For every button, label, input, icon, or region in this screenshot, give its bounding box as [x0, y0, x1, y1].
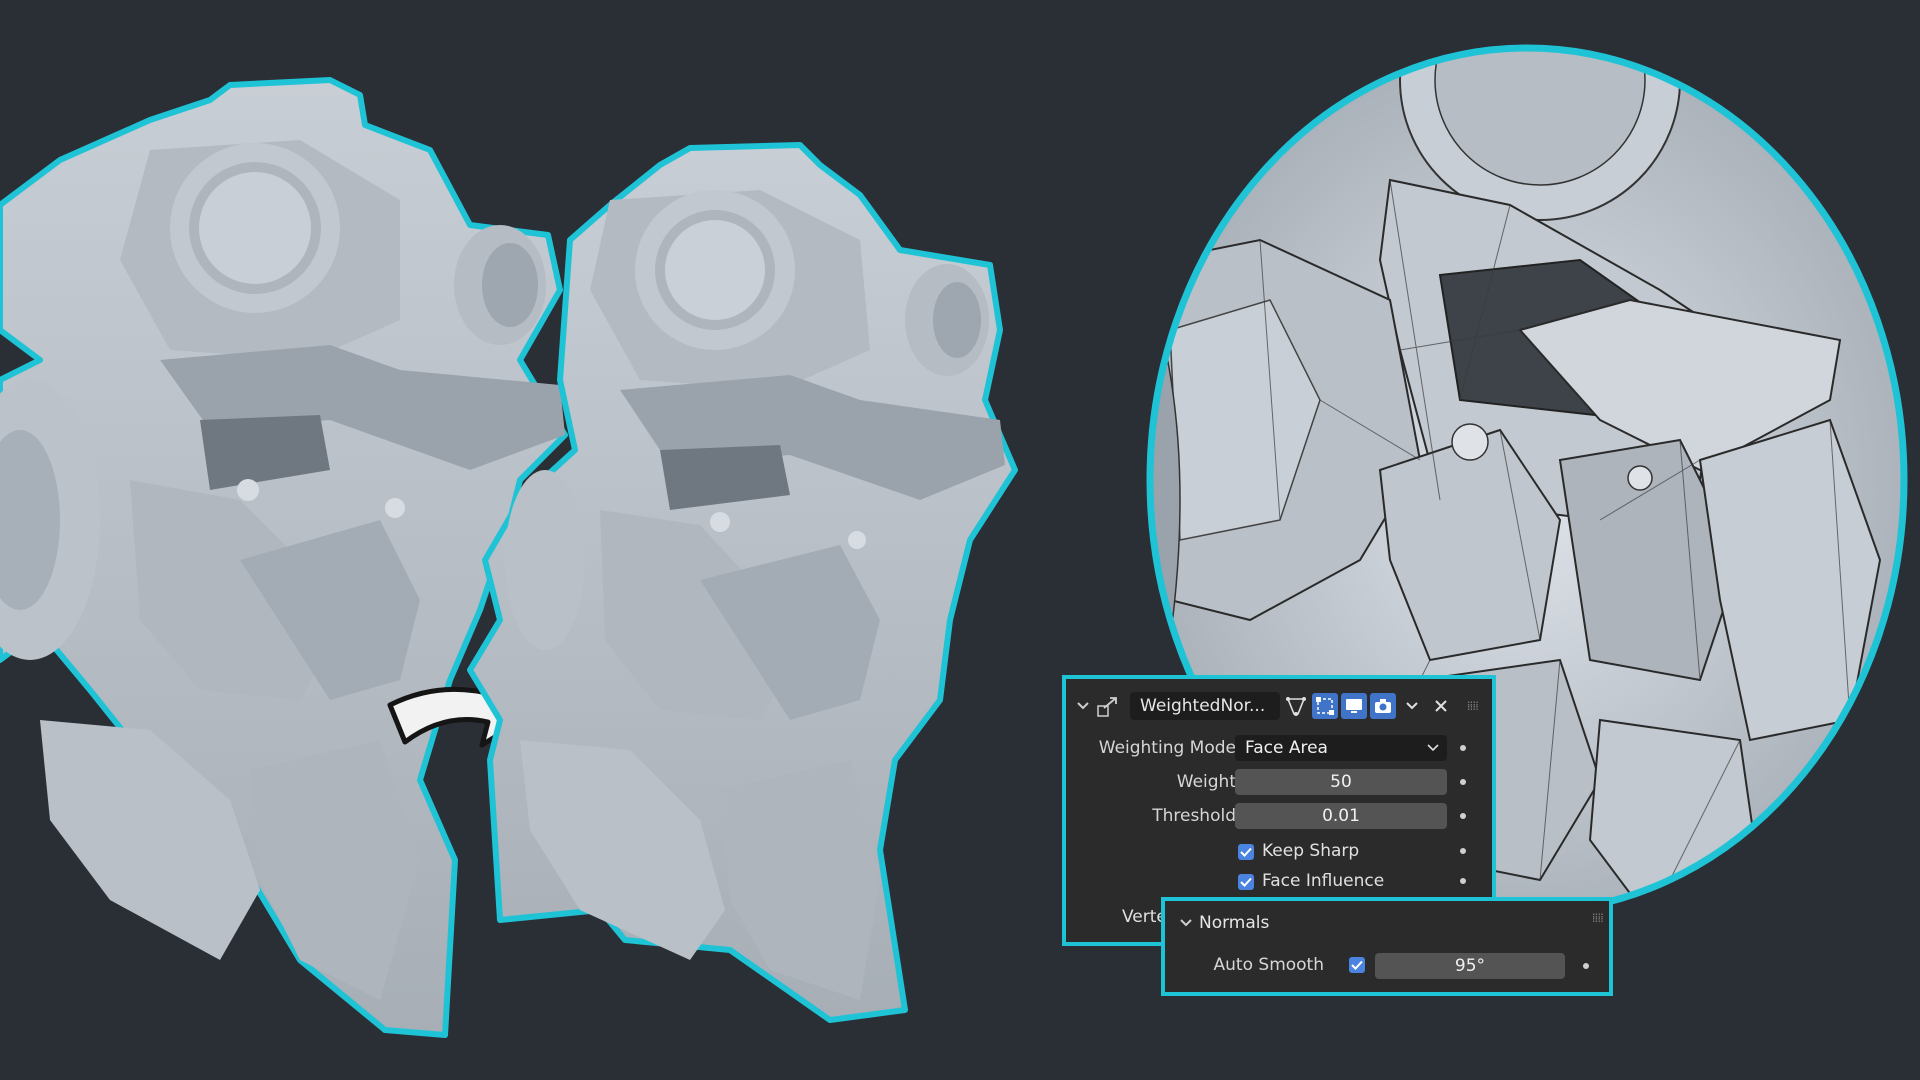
- close-icon[interactable]: [1428, 693, 1454, 719]
- viewport-artwork: [0, 44, 1908, 1038]
- checkmark-icon: [1240, 847, 1252, 857]
- keep-sharp-label: Keep Sharp: [1262, 841, 1360, 861]
- animate-property-dot[interactable]: [1460, 745, 1466, 751]
- normals-header[interactable]: Normals: [1179, 913, 1269, 933]
- weighted-normal-modifier-icon: [1096, 694, 1122, 718]
- auto-smooth-angle-field[interactable]: 95°: [1375, 953, 1565, 979]
- checkmark-icon: [1351, 960, 1363, 970]
- animate-property-dot[interactable]: [1460, 848, 1466, 854]
- weight-field[interactable]: 50: [1235, 769, 1447, 795]
- edit-mode-icon[interactable]: [1312, 693, 1338, 719]
- chevron-down-icon[interactable]: [1074, 697, 1092, 715]
- checkmark-icon: [1240, 877, 1252, 887]
- keep-sharp-checkbox[interactable]: [1238, 844, 1254, 860]
- weighting-mode-select[interactable]: Face Area: [1235, 735, 1447, 761]
- normals-panel: Normals ⁞⁞⁞⁞ Auto Smooth 95°: [1161, 897, 1613, 996]
- edit-mode-cage-icon[interactable]: [1283, 693, 1309, 719]
- model-before: [0, 77, 568, 1038]
- weight-label: Weight: [1176, 772, 1236, 792]
- animate-property-dot[interactable]: [1460, 813, 1466, 819]
- face-influence-checkbox[interactable]: [1238, 874, 1254, 890]
- render-camera-icon[interactable]: [1370, 693, 1396, 719]
- modifier-name-field[interactable]: WeightedNor...: [1130, 692, 1280, 720]
- modifier-header: WeightedNor... ⁞⁞⁞⁞: [1074, 691, 1484, 721]
- face-influence-label: Face Influence: [1262, 871, 1385, 891]
- dropdown-chevron-icon[interactable]: [1399, 693, 1425, 719]
- drag-handle-icon[interactable]: ⁞⁞⁞⁞: [1467, 699, 1479, 713]
- weighting-mode-label: Weighting Mode: [1098, 738, 1236, 758]
- weighting-mode-value: Face Area: [1245, 738, 1328, 758]
- threshold-label: Threshold: [1152, 806, 1236, 826]
- auto-smooth-checkbox[interactable]: [1349, 957, 1365, 973]
- animate-property-dot[interactable]: [1583, 963, 1589, 969]
- viewport-display-icon[interactable]: [1341, 693, 1367, 719]
- drag-handle-icon[interactable]: ⁞⁞⁞⁞: [1592, 911, 1604, 925]
- normals-title: Normals: [1199, 913, 1270, 933]
- threshold-field[interactable]: 0.01: [1235, 803, 1447, 829]
- auto-smooth-label: Auto Smooth: [1213, 955, 1324, 975]
- animate-property-dot[interactable]: [1460, 878, 1466, 884]
- select-chevron-icon: [1427, 744, 1439, 752]
- chevron-down-icon[interactable]: [1179, 918, 1193, 928]
- animate-property-dot[interactable]: [1460, 779, 1466, 785]
